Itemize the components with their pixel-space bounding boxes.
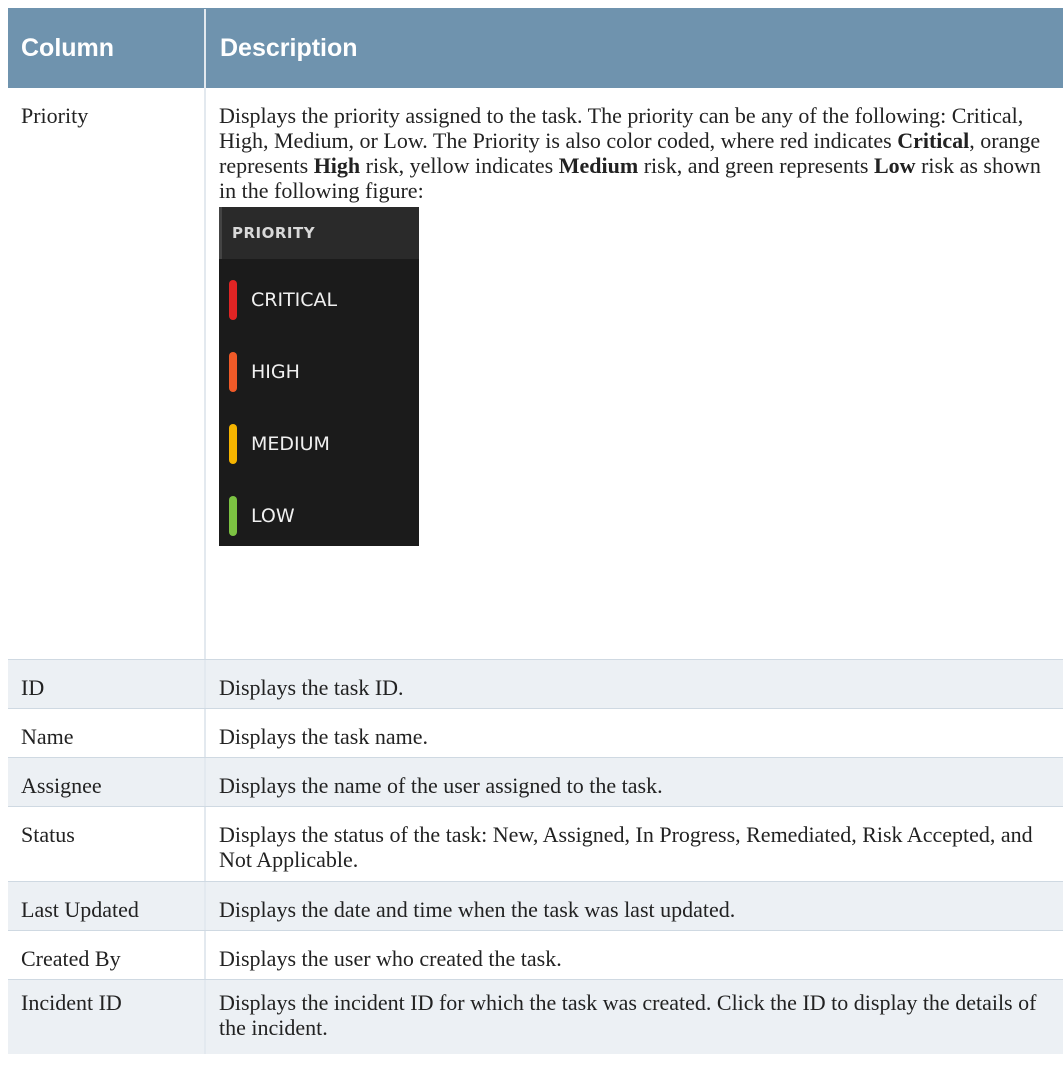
critical-color-bar [229, 280, 237, 320]
low-color-bar [229, 496, 237, 536]
priority-label: LOW [251, 504, 295, 527]
table-row: ID Displays the task ID. [8, 660, 1063, 709]
column-name: Status [8, 807, 206, 881]
priority-critical: CRITICAL [229, 280, 337, 320]
bold-medium: Medium [558, 153, 639, 178]
priority-figure: PRIORITY CRITICAL HIGH MEDIUM LOW [219, 207, 419, 546]
column-description: Displays the priority assigned to the ta… [206, 88, 1063, 659]
table-row: Assignee Displays the name of the user a… [8, 758, 1063, 807]
bold-high: High [313, 153, 361, 178]
column-name: Priority [8, 88, 206, 659]
high-color-bar [229, 352, 237, 392]
column-name: ID [8, 660, 206, 708]
column-name: Last Updated [8, 882, 206, 930]
bold-critical: Critical [897, 128, 970, 153]
column-name: Assignee [8, 758, 206, 806]
column-description: Displays the status of the task: New, As… [219, 822, 1033, 872]
column-description: Displays the user who created the task. [219, 946, 562, 971]
priority-label: CRITICAL [251, 288, 338, 311]
column-name: Name [8, 709, 206, 757]
medium-color-bar [229, 424, 237, 464]
priority-figure-header: PRIORITY [219, 207, 419, 259]
priority-low: LOW [229, 496, 295, 536]
header-description: Description [220, 34, 358, 62]
table-row-priority: Priority Displays the priority assigned … [8, 88, 1063, 660]
priority-label: MEDIUM [251, 432, 330, 455]
desc-text: risk, and green represents [638, 153, 874, 178]
columns-table: Column Description Priority Displays the… [8, 8, 1063, 1054]
column-description: Displays the name of the user assigned t… [219, 773, 663, 798]
header-column: Column [8, 9, 206, 88]
column-name: Incident ID [8, 980, 206, 1054]
bold-low: Low [874, 153, 916, 178]
priority-label: HIGH [251, 360, 300, 383]
column-description: Displays the task name. [219, 724, 428, 749]
column-description: Displays the task ID. [219, 675, 404, 700]
table-row: Last Updated Displays the date and time … [8, 882, 1063, 931]
priority-medium: MEDIUM [229, 424, 330, 464]
table-row: Status Displays the status of the task: … [8, 807, 1063, 882]
priority-high: HIGH [229, 352, 300, 392]
column-description: Displays the date and time when the task… [219, 897, 736, 922]
desc-text: risk, yellow indicates [360, 153, 559, 178]
table-row: Created By Displays the user who created… [8, 931, 1063, 980]
table-row: Name Displays the task name. [8, 709, 1063, 758]
table-header: Column Description [8, 8, 1063, 88]
column-name: Created By [8, 931, 206, 979]
column-description: Displays the incident ID for which the t… [219, 990, 1037, 1040]
table-row: Incident ID Displays the incident ID for… [8, 980, 1063, 1054]
